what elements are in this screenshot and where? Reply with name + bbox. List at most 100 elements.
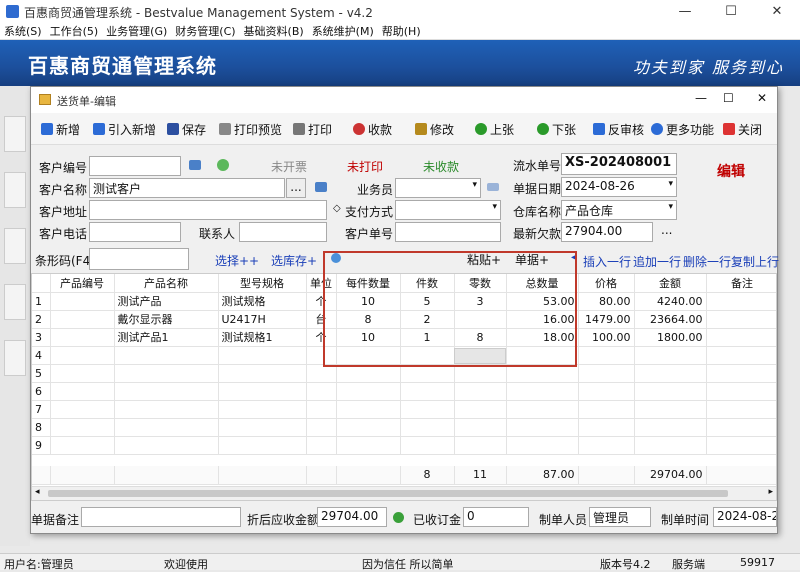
close-button[interactable]: ✕ [754,0,800,24]
table-cell[interactable] [218,346,307,365]
column-header[interactable]: 型号规格 [218,274,307,293]
save-button[interactable]: 保存 [167,120,206,138]
table-cell[interactable]: 5 [32,364,51,383]
table-cell[interactable] [50,310,115,329]
table-cell[interactable]: 测试产品1 [114,328,219,347]
column-header[interactable] [32,274,51,293]
close-form-button[interactable]: 关闭 [723,120,762,138]
table-row[interactable]: 9 [32,436,776,455]
table-cell[interactable]: 1 [32,292,51,311]
calendar-icon[interactable]: ▾ [668,179,673,189]
maximize-button[interactable]: ☐ [708,0,754,24]
print-button[interactable]: 打印 [293,120,332,138]
table-cell[interactable] [114,400,219,419]
table-cell[interactable] [454,418,507,437]
table-cell[interactable] [706,436,776,455]
table-cell[interactable] [336,436,401,455]
table-row[interactable]: 8 [32,418,776,437]
table-cell[interactable]: 100.00 [578,328,635,347]
menu-business[interactable]: 业务管理(G) [102,24,171,39]
table-cell[interactable] [50,346,115,365]
table-cell[interactable] [706,328,776,347]
previous-button[interactable]: 上张 [475,120,514,138]
table-cell[interactable] [578,436,635,455]
table-cell[interactable] [578,418,635,437]
sidebar-tile[interactable] [4,116,26,152]
append-row-link[interactable]: 追加一行 [633,253,681,270]
table-cell[interactable] [506,436,579,455]
select-stock-link[interactable]: 选库存+ [271,252,317,269]
table-cell[interactable] [306,436,337,455]
table-cell[interactable] [454,400,507,419]
sidebar-tile[interactable] [4,340,26,376]
table-cell[interactable] [114,346,219,365]
table-cell[interactable] [306,418,337,437]
delete-row-link[interactable]: 删除一行 [683,253,731,270]
print-preview-button[interactable]: 打印预览 [219,120,282,138]
search-icon[interactable] [315,182,327,192]
table-cell[interactable] [454,382,507,401]
table-cell[interactable] [634,364,707,383]
table-cell[interactable] [114,418,219,437]
table-cell[interactable] [336,418,401,437]
deposit-input[interactable]: 0 [463,507,529,527]
table-cell[interactable]: 测试规格1 [218,328,307,347]
table-cell[interactable] [634,418,707,437]
table-cell[interactable]: 9 [32,436,51,455]
table-cell[interactable]: 1800.00 [634,328,707,347]
table-cell[interactable] [400,400,455,419]
table-cell[interactable]: 6 [32,382,51,401]
scrollbar-thumb[interactable] [48,490,728,497]
customer-phone-input[interactable] [89,222,181,242]
table-cell[interactable] [50,364,115,383]
table-cell[interactable] [50,292,115,311]
table-cell[interactable] [634,436,707,455]
window-minimize-button[interactable]: — [695,91,707,105]
new-button[interactable]: 新增 [41,120,80,138]
table-row[interactable]: 6 [32,382,776,401]
window-maximize-button[interactable]: ☐ [723,91,734,105]
menu-workbench[interactable]: 工作台(5) [46,24,103,39]
more-functions-button[interactable]: 更多功能 [651,120,714,138]
table-cell[interactable] [114,364,219,383]
table-cell[interactable] [218,418,307,437]
insert-row-link[interactable]: 插入一行 [583,253,631,270]
table-cell[interactable] [506,418,579,437]
menu-basic-data[interactable]: 基础资料(B) [240,24,308,39]
owed-more-button[interactable]: ... [661,223,672,237]
search-icon[interactable] [189,160,201,170]
table-cell[interactable] [218,436,307,455]
table-cell[interactable] [306,382,337,401]
table-row[interactable]: 7 [32,400,776,419]
select-link[interactable]: 选择++ [215,252,259,269]
serial-no-input[interactable]: XS-202408001 [561,153,677,175]
table-cell[interactable] [218,382,307,401]
table-cell[interactable] [400,382,455,401]
edit-button[interactable]: 修改 [415,120,454,138]
table-cell[interactable]: 80.00 [578,292,635,311]
scroll-left-icon[interactable]: ◂ [35,487,40,497]
menu-system[interactable]: 系统(S) [0,24,46,39]
unaudit-button[interactable]: 反审核 [593,120,644,138]
table-cell[interactable] [706,346,776,365]
table-cell[interactable] [50,382,115,401]
table-cell[interactable]: 7 [32,400,51,419]
menu-help[interactable]: 帮助(H) [378,24,425,39]
column-header[interactable]: 金额 [634,274,707,293]
customer-order-input[interactable] [395,222,501,242]
menu-finance[interactable]: 财务管理(C) [171,24,239,39]
table-cell[interactable] [634,346,707,365]
column-header[interactable]: 产品编号 [50,274,115,293]
doc-date-picker[interactable]: 2024-08-26 ▾ [561,177,677,197]
table-cell[interactable]: 23664.00 [634,310,707,329]
sidebar-tile[interactable] [4,172,26,208]
table-cell[interactable] [50,436,115,455]
sidebar-tile[interactable] [4,284,26,320]
table-cell[interactable] [578,400,635,419]
table-cell[interactable] [578,364,635,383]
copy-row-link[interactable]: 复制上行 [731,253,779,270]
remark-input[interactable] [81,507,241,527]
customer-address-input[interactable] [89,200,327,220]
table-cell[interactable] [506,400,579,419]
column-header[interactable]: 备注 [706,274,776,293]
